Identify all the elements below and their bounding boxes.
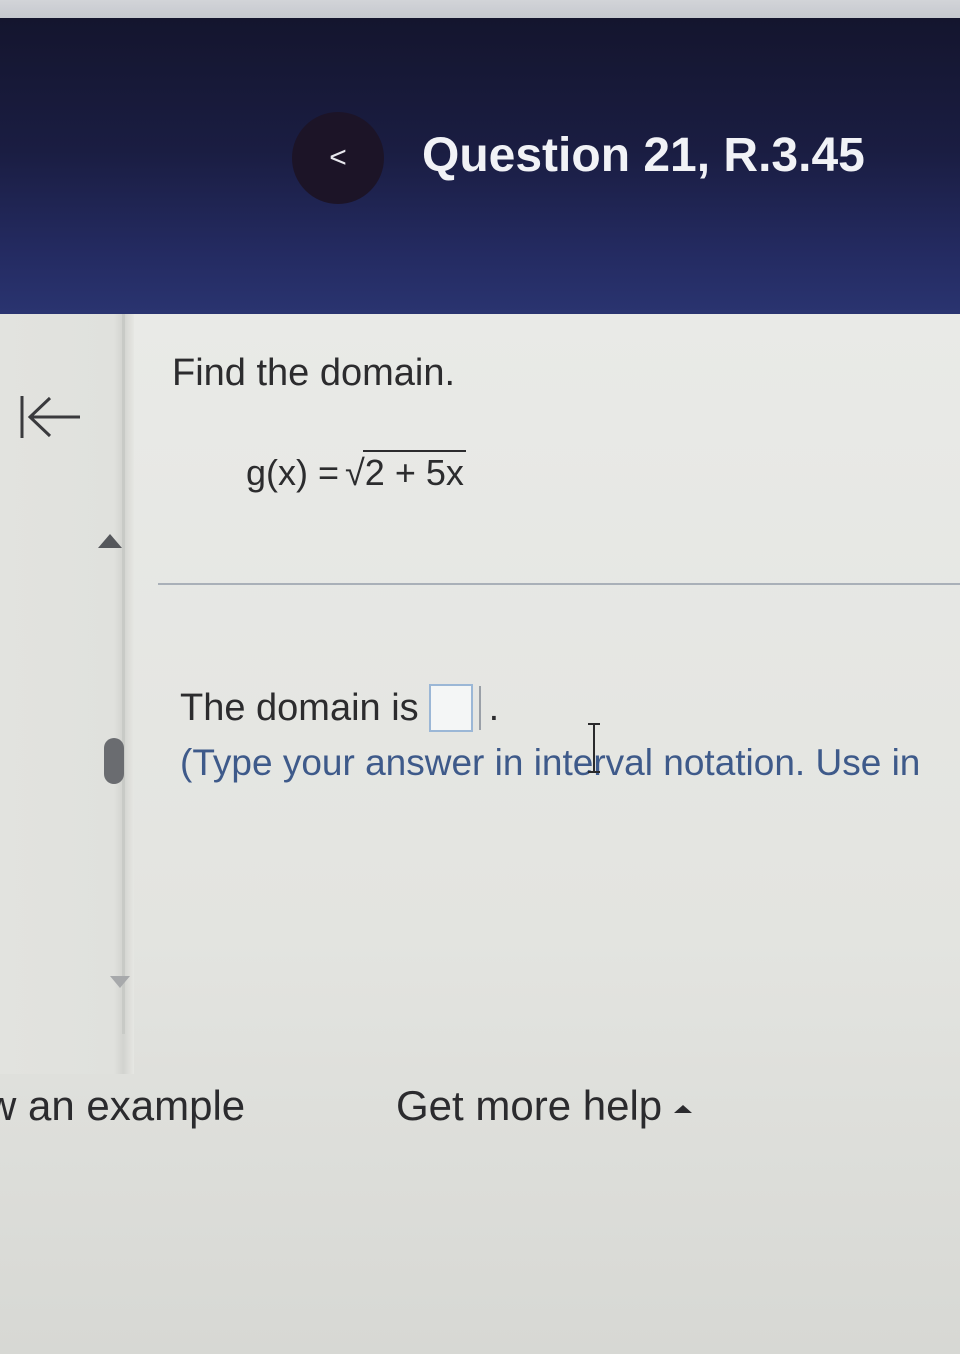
scroll-down-arrow-icon[interactable] bbox=[110, 976, 130, 988]
question-content-area bbox=[0, 314, 960, 1354]
chevron-left-icon: < bbox=[329, 141, 347, 174]
answer-period: . bbox=[488, 686, 500, 729]
answer-input[interactable] bbox=[428, 684, 473, 732]
view-example-link[interactable]: w an example bbox=[0, 1082, 245, 1130]
answer-line: The domain is . bbox=[180, 684, 499, 732]
section-divider bbox=[158, 583, 960, 585]
answer-hint: (Type your answer in interval notation. … bbox=[180, 742, 921, 783]
function-lhs: g(x) = bbox=[246, 452, 340, 493]
question-title: Question 21, R.3.45 bbox=[422, 129, 865, 182]
previous-question-button[interactable]: < bbox=[292, 112, 384, 204]
rail-divider bbox=[122, 314, 125, 1034]
square-root: √ 2 + 5x bbox=[345, 450, 466, 494]
get-more-help-button[interactable]: Get more help bbox=[396, 1082, 693, 1130]
collapse-left-icon[interactable] bbox=[16, 390, 88, 450]
answer-box-edge bbox=[478, 686, 485, 730]
caret-up-icon bbox=[674, 1105, 693, 1113]
get-more-help-label: Get more help bbox=[396, 1082, 663, 1129]
question-prompt: Find the domain. bbox=[172, 352, 456, 394]
answer-label: The domain is bbox=[180, 686, 419, 729]
scroll-up-arrow-icon[interactable] bbox=[98, 534, 122, 548]
function-formula: g(x) = √ 2 + 5x bbox=[246, 450, 466, 494]
scrollbar-thumb[interactable] bbox=[104, 738, 124, 784]
radicand: 2 + 5x bbox=[362, 450, 466, 493]
text-cursor-icon bbox=[588, 723, 600, 773]
